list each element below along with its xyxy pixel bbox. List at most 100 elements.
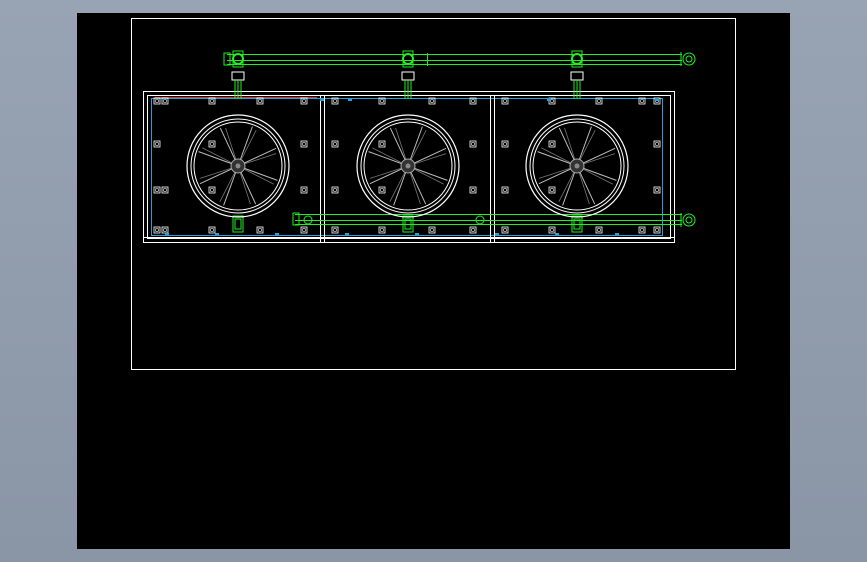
bolt-square-icon <box>638 226 646 234</box>
valve-body <box>231 71 245 81</box>
rail-tick <box>495 233 499 236</box>
bolt-square-icon <box>378 140 386 148</box>
bolt-square-icon <box>153 186 161 194</box>
bolt-square-inner <box>258 99 262 103</box>
rail-tick <box>165 233 169 236</box>
sheet-border <box>131 18 736 370</box>
bolt-square-inner <box>655 142 659 146</box>
rail-tick <box>215 233 219 236</box>
rail-tick <box>348 98 352 101</box>
rail-tick <box>655 98 659 101</box>
bolt-square-icon <box>153 140 161 148</box>
bolt-square-icon <box>548 186 556 194</box>
bolt-square-inner <box>550 228 554 232</box>
rail-tick <box>547 98 551 101</box>
bolt-square-inner <box>597 228 601 232</box>
bolt-square-icon <box>208 226 216 234</box>
bolt-square-icon <box>653 226 661 234</box>
bolt-square-icon <box>653 186 661 194</box>
bolt-square-icon <box>161 186 169 194</box>
cad-drawing <box>131 18 736 370</box>
bolt-square-icon <box>208 186 216 194</box>
bolt-square-icon <box>501 186 509 194</box>
bolt-square-inner <box>471 142 475 146</box>
bolt-square-inner <box>503 228 507 232</box>
bolt-square-inner <box>210 142 214 146</box>
valve-icon <box>232 53 244 65</box>
fan-hub-center <box>405 163 411 169</box>
bolt-square-icon <box>300 226 308 234</box>
bolt-square-icon <box>331 140 339 148</box>
bottom-header-flange-icon <box>685 216 693 224</box>
bolt-square-inner <box>550 99 554 103</box>
bolt-square-icon <box>300 140 308 148</box>
rail-tick <box>320 98 324 101</box>
bolt-square-icon <box>548 226 556 234</box>
bolt-square-inner <box>333 228 337 232</box>
bolt-square-inner <box>380 99 384 103</box>
valve-icon <box>571 53 583 65</box>
bolt-square-icon <box>653 140 661 148</box>
fan-hub-center <box>574 163 580 169</box>
bolt-square-inner <box>471 228 475 232</box>
bolt-square-inner <box>258 228 262 232</box>
top-header-flange-icon <box>682 52 696 66</box>
bolt-square-inner <box>640 99 644 103</box>
bolt-square-icon <box>331 186 339 194</box>
bolt-square-inner <box>302 228 306 232</box>
bolt-square-icon <box>469 186 477 194</box>
bolt-square-inner <box>155 228 159 232</box>
bolt-square-inner <box>655 188 659 192</box>
bolt-square-icon <box>378 186 386 194</box>
bolt-square-inner <box>430 99 434 103</box>
bolt-square-icon <box>595 226 603 234</box>
rail-tick <box>415 233 419 236</box>
fan-group <box>186 114 629 218</box>
bolt-square-inner <box>503 142 507 146</box>
bolt-square-inner <box>333 142 337 146</box>
bolt-square-icon <box>256 226 264 234</box>
rail-tick <box>615 233 619 236</box>
bolt-square-inner <box>550 188 554 192</box>
bolt-square-inner <box>333 99 337 103</box>
bolt-square-inner <box>333 188 337 192</box>
bolt-square-icon <box>378 226 386 234</box>
bolt-square-inner <box>163 188 167 192</box>
valve-icon <box>402 53 414 65</box>
bottom-header-flange-icon <box>682 213 696 227</box>
bolt-square-inner <box>503 99 507 103</box>
cad-viewport[interactable] <box>77 13 790 549</box>
bolt-square-icon <box>300 186 308 194</box>
bolt-square-icon <box>428 226 436 234</box>
bolt-square-icon <box>501 226 509 234</box>
bolt-square-inner <box>210 188 214 192</box>
bolt-square-inner <box>155 99 159 103</box>
bolt-square-inner <box>210 99 214 103</box>
bolt-square-icon <box>161 226 169 234</box>
valve-body <box>570 71 584 81</box>
bolt-square-inner <box>155 188 159 192</box>
valve-icon <box>234 218 242 230</box>
static-linework <box>131 18 736 370</box>
bolt-square-icon <box>548 140 556 148</box>
bolt-square-icon <box>469 226 477 234</box>
bolt-square-inner <box>380 188 384 192</box>
bolt-square-inner <box>302 188 306 192</box>
rail-tick <box>275 233 279 236</box>
valve-body <box>401 71 415 81</box>
top-header-flange-icon <box>685 55 693 63</box>
bolt-square-inner <box>471 188 475 192</box>
bolt-square-icon <box>331 226 339 234</box>
bolt-square-inner <box>302 99 306 103</box>
bolt-square-icon <box>153 226 161 234</box>
bolt-square-icon <box>501 140 509 148</box>
bolt-square-icon <box>208 140 216 148</box>
bolt-square-inner <box>471 99 475 103</box>
bolt-square-inner <box>380 142 384 146</box>
bolt-square-inner <box>503 188 507 192</box>
bolt-square-inner <box>430 228 434 232</box>
bolt-square-inner <box>597 99 601 103</box>
bolt-square-inner <box>655 228 659 232</box>
bolt-square-inner <box>640 228 644 232</box>
bolt-square-inner <box>163 99 167 103</box>
